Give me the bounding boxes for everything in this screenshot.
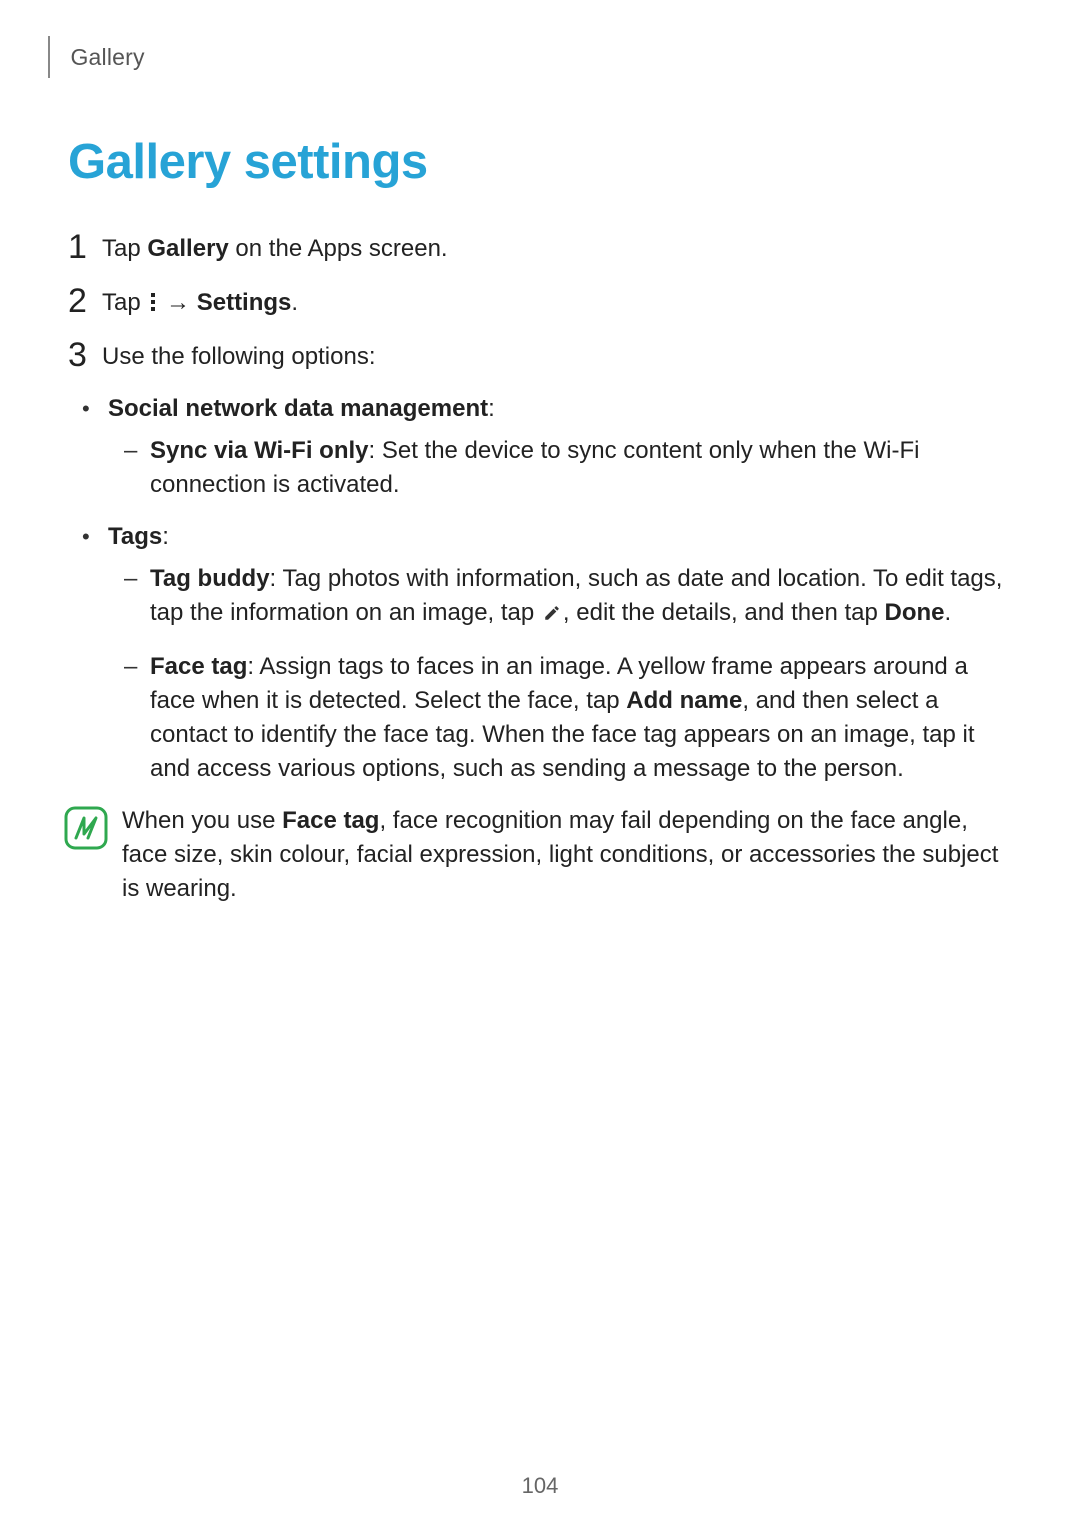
text: Tap bbox=[102, 235, 147, 262]
sub-option-tag-buddy: Tag buddy: Tag photos with information, … bbox=[124, 562, 1012, 632]
option-label: Tags bbox=[108, 523, 162, 550]
running-head-divider bbox=[48, 36, 50, 78]
text: , edit the details, and then tap bbox=[563, 599, 885, 626]
sub-option-label: Sync via Wi-Fi only bbox=[150, 437, 369, 464]
step-1: 1 Tap Gallery on the Apps screen. bbox=[68, 230, 1012, 266]
text: When you use bbox=[122, 807, 282, 834]
sub-option-label: Face tag bbox=[150, 653, 247, 680]
step-3: 3 Use the following options: bbox=[68, 338, 1012, 374]
step-number: 1 bbox=[68, 230, 102, 264]
option-tags: Tags: Tag buddy: Tag photos with informa… bbox=[82, 520, 1012, 786]
sub-options: Tag buddy: Tag photos with information, … bbox=[124, 562, 1012, 786]
text: Tap bbox=[102, 289, 147, 316]
step-number: 3 bbox=[68, 338, 102, 372]
app-name: Gallery bbox=[147, 235, 228, 262]
colon: : bbox=[162, 523, 169, 550]
step-body: Tap → Settings. bbox=[102, 284, 298, 320]
pencil-icon bbox=[543, 598, 561, 632]
colon: : bbox=[488, 395, 495, 422]
note-text: When you use Face tag, face recognition … bbox=[122, 804, 1012, 906]
feature-name: Face tag bbox=[282, 807, 379, 834]
text: on the Apps screen. bbox=[229, 235, 448, 262]
note-box: When you use Face tag, face recognition … bbox=[64, 804, 1012, 906]
sub-option-sync-wifi: Sync via Wi-Fi only: Set the device to s… bbox=[124, 434, 1012, 502]
step-number: 2 bbox=[68, 284, 102, 318]
running-head: Gallery bbox=[48, 36, 1012, 78]
options-list: Social network data management: Sync via… bbox=[82, 392, 1012, 786]
menu-item: Settings bbox=[197, 289, 292, 316]
add-name-label: Add name bbox=[626, 687, 742, 714]
option-label: Social network data management bbox=[108, 395, 488, 422]
sub-option-label: Tag buddy bbox=[150, 565, 270, 592]
option-social-network: Social network data management: Sync via… bbox=[82, 392, 1012, 502]
page-number: 104 bbox=[0, 1473, 1080, 1499]
sub-option-face-tag: Face tag: Assign tags to faces in an ima… bbox=[124, 650, 1012, 786]
step-2: 2 Tap → Settings. bbox=[68, 284, 1012, 320]
step-body: Use the following options: bbox=[102, 338, 376, 374]
text: . bbox=[944, 599, 951, 626]
steps-list: 1 Tap Gallery on the Apps screen. 2 Tap … bbox=[68, 230, 1012, 374]
step-body: Tap Gallery on the Apps screen. bbox=[102, 230, 448, 266]
arrow: → bbox=[159, 289, 196, 316]
page-title: Gallery settings bbox=[68, 134, 1012, 190]
done-label: Done bbox=[884, 599, 944, 626]
note-icon bbox=[64, 806, 108, 850]
sub-options: Sync via Wi-Fi only: Set the device to s… bbox=[124, 434, 1012, 502]
running-head-text: Gallery bbox=[70, 44, 144, 71]
page: Gallery Gallery settings 1 Tap Gallery o… bbox=[0, 0, 1080, 1527]
more-options-icon bbox=[151, 290, 155, 314]
text: . bbox=[291, 289, 298, 316]
